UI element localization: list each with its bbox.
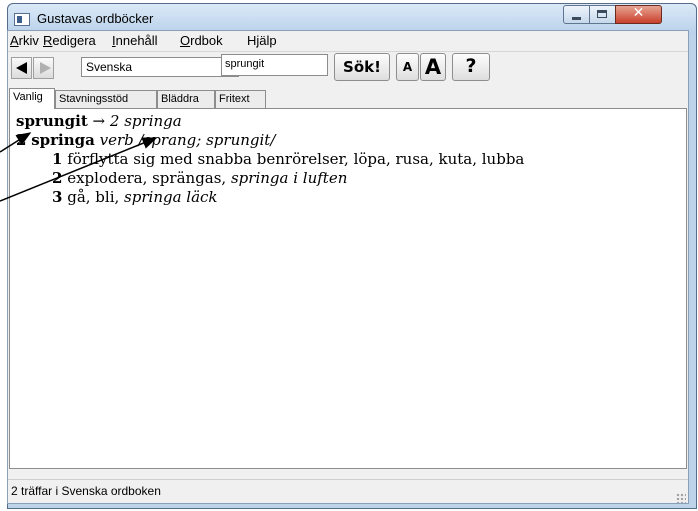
window-title: Gustavas ordböcker [37,11,154,26]
forward-arrow-icon[interactable] [33,57,54,79]
status-text: 2 träffar i Svenska ordboken [11,484,161,498]
language-select-value: Svenska [86,60,133,74]
app-icon[interactable] [14,13,30,26]
toolbar-separator [8,51,688,52]
search-button[interactable]: Sök! [334,53,390,81]
minimize-button[interactable] [563,5,590,24]
tab-bladdra[interactable]: Bläddra [157,90,215,108]
menu-ordbok[interactable]: Ordbok [180,33,223,48]
sense-2: 2 explodera, sprängas, springa i luften [52,169,348,187]
headword-number: 2 [16,131,27,149]
entry-panel: sprungit → 2 springa 2 springa verb /spr… [9,108,687,469]
search-input[interactable]: sprungit [221,54,328,76]
maximize-button[interactable] [589,5,616,24]
help-button[interactable]: ? [452,53,490,81]
smaller-font-button[interactable]: A [396,53,419,81]
menu-bar: Arkiv Redigera Innehåll Ordbok Hjälp [8,31,688,50]
menu-hjalp[interactable]: Hjälp [247,33,277,48]
menu-redigera[interactable]: Redigera [43,33,96,48]
tab-fritext[interactable]: Fritext [215,90,266,108]
language-select[interactable]: Svenska [81,57,239,77]
close-button[interactable]: ✕ [615,5,662,24]
sense-3: 3 gå, bli, springa läck [52,188,218,206]
redirect-word: sprungit [16,112,88,130]
status-bar: 2 träffar i Svenska ordboken [8,479,688,505]
back-arrow-icon[interactable] [11,57,32,79]
headword: springa [31,131,95,149]
redirect-line: sprungit → 2 springa [16,112,686,131]
redirect-target-link[interactable]: 2 springa [110,112,182,130]
tab-stavningsstod[interactable]: Stavningsstöd [55,90,157,108]
example-phrase: springa i luften [230,169,348,187]
close-icon: ✕ [632,5,645,21]
sense-1: 1 förflytta sig med snabba benrörelser, … [52,150,525,168]
tab-vanlig[interactable]: Vanlig [9,88,55,109]
redirect-arrow: → [92,112,106,130]
main-client-area: Arkiv Redigera Innehåll Ordbok Hjälp Sve… [7,30,689,504]
menu-innehall[interactable]: Innehåll [112,33,158,48]
larger-font-button[interactable]: A [420,53,446,81]
headword-line: 2 springa verb /sprang; sprungit/ [16,131,686,150]
example-phrase: springa läck [124,188,218,206]
resize-grip-icon[interactable] [676,493,686,503]
grammar-info: verb /sprang; sprungit/ [99,131,276,149]
menu-arkiv[interactable]: Arkiv [10,33,39,48]
